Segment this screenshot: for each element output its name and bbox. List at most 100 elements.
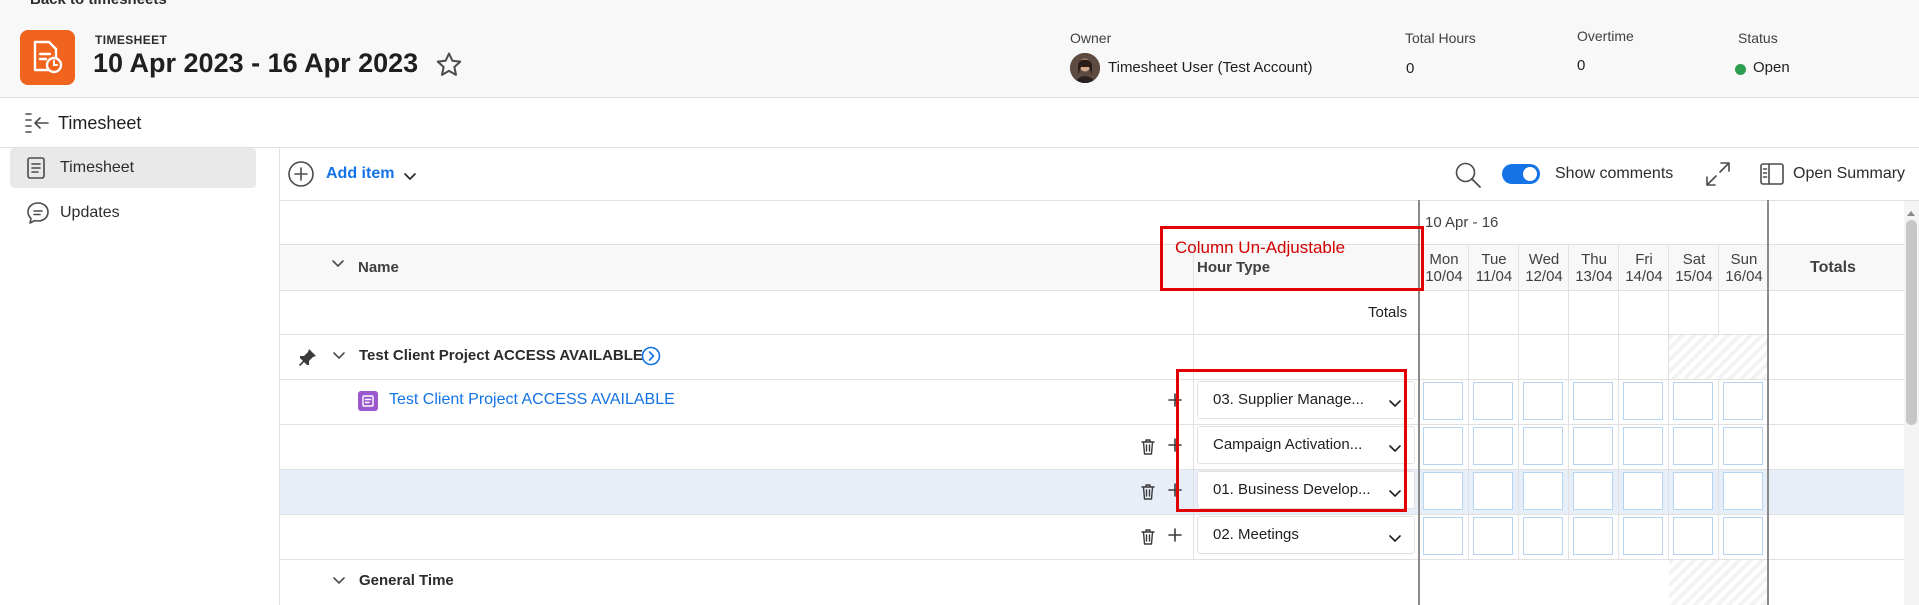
day-header-sun: Sun 16/04 xyxy=(1721,251,1767,285)
day-header-wed: Wed 12/04 xyxy=(1521,251,1567,285)
weekend-hatch xyxy=(1669,560,1767,605)
hour-entry-cell[interactable] xyxy=(1573,472,1613,510)
sidebar-item-timesheet[interactable]: Timesheet xyxy=(10,148,256,188)
delete-trash-icon[interactable] xyxy=(1140,528,1156,551)
navigate-circle-icon[interactable] xyxy=(641,346,661,371)
day-date: 14/04 xyxy=(1625,268,1663,285)
hour-entry-cell[interactable] xyxy=(1673,382,1713,420)
day-header-mon: Mon 10/04 xyxy=(1421,251,1467,285)
delete-trash-icon[interactable] xyxy=(1140,483,1156,506)
hour-entry-cell[interactable] xyxy=(1723,427,1763,465)
hour-entry-cell[interactable] xyxy=(1523,427,1563,465)
pin-icon[interactable] xyxy=(298,347,318,372)
day-name: Thu xyxy=(1581,251,1607,268)
owner-label: Owner xyxy=(1070,30,1112,46)
breadcrumb-title: Timesheet xyxy=(58,113,142,133)
overtime-value: 0 xyxy=(1577,57,1586,74)
day-name: Sat xyxy=(1682,251,1706,268)
hour-entry-cell[interactable] xyxy=(1673,517,1713,555)
task-link[interactable]: Test Client Project ACCESS AVAILABLE xyxy=(389,391,675,409)
hour-entry-cell[interactable] xyxy=(1723,517,1763,555)
day-date: 15/04 xyxy=(1675,268,1713,285)
day-date: 12/04 xyxy=(1525,268,1563,285)
add-circle-icon[interactable] xyxy=(287,160,315,193)
breadcrumb-bar xyxy=(0,98,1919,148)
hour-entry-cell[interactable] xyxy=(1623,382,1663,420)
project-group-title: Test Client Project ACCESS AVAILABLE xyxy=(359,347,643,364)
sidebar-item-label: Updates xyxy=(60,204,120,221)
day-name: Mon xyxy=(1429,251,1459,268)
hour-entry-cell[interactable] xyxy=(1523,382,1563,420)
grid-line xyxy=(1468,245,1469,560)
back-to-timesheets-link[interactable]: Back to timesheets xyxy=(30,0,167,8)
day-name: Wed xyxy=(1528,251,1560,268)
hour-entry-cell[interactable] xyxy=(1423,382,1463,420)
day-header-sat: Sat 15/04 xyxy=(1671,251,1717,285)
expand-icon[interactable] xyxy=(1704,160,1732,193)
delete-trash-icon[interactable] xyxy=(1140,438,1156,461)
hour-entry-cell[interactable] xyxy=(1423,472,1463,510)
open-summary-button[interactable]: Open Summary xyxy=(1793,165,1905,183)
hour-type-select[interactable]: 02. Meetings xyxy=(1197,516,1415,554)
page-kicker: TIMESHEET xyxy=(95,33,168,47)
hour-entry-cell[interactable] xyxy=(1673,472,1713,510)
hour-entry-cell[interactable] xyxy=(1473,517,1513,555)
hour-entry-cell[interactable] xyxy=(1573,517,1613,555)
annotation-box-hour-types xyxy=(1176,369,1407,512)
grid-line xyxy=(280,424,1904,425)
day-header-thu: Thu 13/04 xyxy=(1571,251,1617,285)
hour-entry-cell[interactable] xyxy=(1723,472,1763,510)
add-item-button[interactable]: Add item xyxy=(326,165,394,183)
grid-line xyxy=(280,514,1904,515)
grid-line xyxy=(280,379,1904,380)
search-icon[interactable] xyxy=(1453,160,1483,195)
hour-entry-cell[interactable] xyxy=(1473,472,1513,510)
chevron-down-icon[interactable] xyxy=(403,169,417,187)
collapse-panel-icon[interactable] xyxy=(24,112,50,139)
totals-row-label: Totals xyxy=(1368,304,1408,321)
day-name: Fri xyxy=(1635,251,1653,268)
day-name: Sun xyxy=(1730,251,1758,268)
status-label: Status xyxy=(1738,30,1778,46)
name-column-header[interactable]: Name xyxy=(358,259,399,276)
favorite-star-icon[interactable] xyxy=(434,50,464,85)
group-collapse-chevron-icon[interactable] xyxy=(331,574,347,592)
hour-entry-cell[interactable] xyxy=(1673,427,1713,465)
group-collapse-chevron-icon[interactable] xyxy=(331,349,347,367)
day-header-fri: Fri 14/04 xyxy=(1621,251,1667,285)
day-date: 11/04 xyxy=(1475,268,1513,285)
speech-bubble-icon xyxy=(25,200,51,231)
status-indicator-dot xyxy=(1735,64,1746,75)
hour-type-value: 02. Meetings xyxy=(1213,526,1299,543)
day-name: Tue xyxy=(1481,251,1507,268)
hour-entry-cell[interactable] xyxy=(1423,517,1463,555)
grid-line xyxy=(1668,245,1669,560)
hour-entry-cell[interactable] xyxy=(1473,427,1513,465)
scrollbar-thumb[interactable] xyxy=(1906,220,1917,425)
totals-column-header: Totals xyxy=(1810,259,1856,276)
hour-entry-cell[interactable] xyxy=(1573,382,1613,420)
sidebar-item-updates[interactable]: Updates xyxy=(10,193,256,233)
page-title: 10 Apr 2023 - 16 Apr 2023 xyxy=(93,48,419,78)
annotation-box-column-header xyxy=(1160,226,1424,291)
hour-entry-cell[interactable] xyxy=(1473,382,1513,420)
week-range-label: 10 Apr - 16 xyxy=(1425,214,1499,231)
hour-entry-cell[interactable] xyxy=(1623,472,1663,510)
open-summary-icon[interactable] xyxy=(1759,162,1785,191)
hour-entry-cell[interactable] xyxy=(1523,472,1563,510)
show-comments-label: Show comments xyxy=(1555,165,1674,182)
status-value[interactable]: Open xyxy=(1753,59,1790,76)
hour-entry-cell[interactable] xyxy=(1623,427,1663,465)
chevron-down-icon xyxy=(1388,531,1402,549)
owner-name[interactable]: Timesheet User (Test Account) xyxy=(1108,59,1313,76)
hour-entry-cell[interactable] xyxy=(1623,517,1663,555)
hour-entry-cell[interactable] xyxy=(1573,427,1613,465)
hour-entry-cell[interactable] xyxy=(1523,517,1563,555)
hour-entry-cell[interactable] xyxy=(1423,427,1463,465)
sidebar-item-label: Timesheet xyxy=(60,159,135,176)
add-row-plus-icon[interactable] xyxy=(1167,527,1183,548)
show-comments-toggle[interactable] xyxy=(1502,164,1540,184)
day-date: 16/04 xyxy=(1725,268,1763,285)
collapse-all-chevron-icon[interactable] xyxy=(330,257,346,275)
hour-entry-cell[interactable] xyxy=(1723,382,1763,420)
